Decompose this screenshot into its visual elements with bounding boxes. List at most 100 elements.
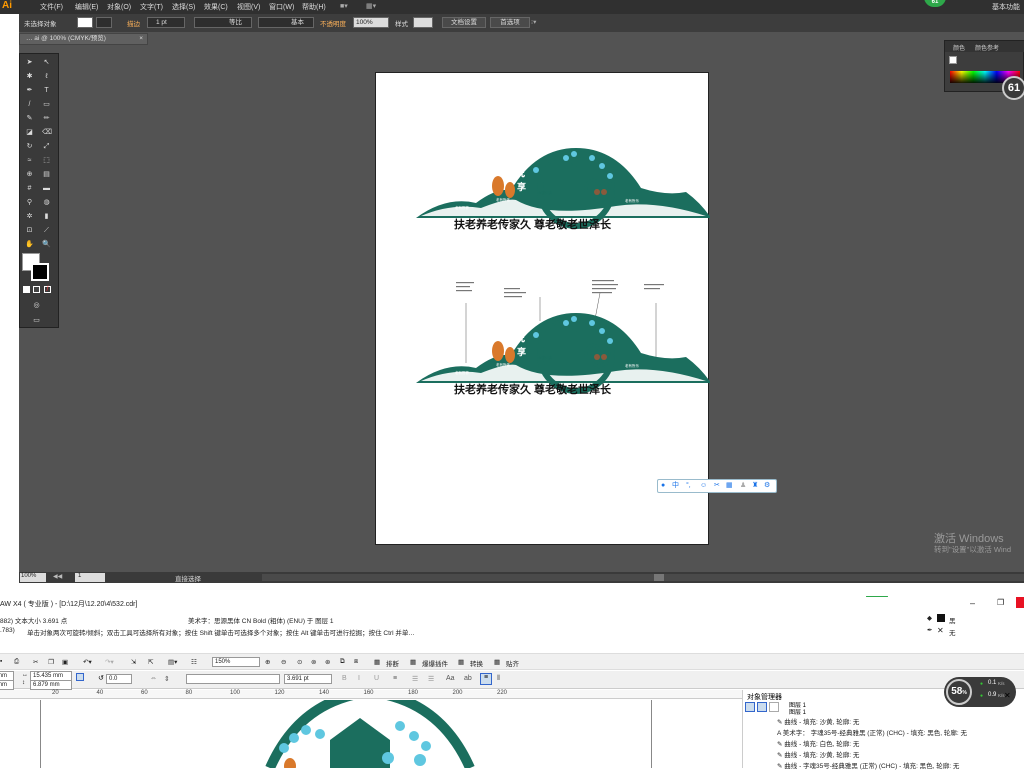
perspective-grid-icon[interactable]: ▤: [42, 170, 51, 179]
stroke-weight-field[interactable]: 1 pt: [147, 17, 185, 28]
document-setup-button[interactable]: 文档设置: [442, 17, 486, 28]
menu-select[interactable]: 选择(S): [172, 2, 195, 12]
object-row[interactable]: ✎ 曲线 - 填充: 白色, 轮廓: 无: [777, 738, 859, 748]
ime-mode-toggle[interactable]: 中: [672, 480, 679, 492]
ime-logo-icon[interactable]: ●: [661, 480, 665, 492]
snap-icon[interactable]: ▦: [494, 658, 500, 666]
workspace-switcher[interactable]: 基本功能: [992, 2, 1020, 12]
line-tool-icon[interactable]: /: [25, 100, 34, 109]
paste-icon[interactable]: ▣: [62, 658, 68, 666]
vertical-text-icon[interactable]: ⦀: [497, 675, 500, 683]
horizontal-scrollbar[interactable]: [262, 574, 1024, 581]
zoom-field[interactable]: 100%: [20, 573, 46, 582]
zoom-out-icon[interactable]: ⊖: [281, 658, 286, 666]
rotate-tool-icon[interactable]: ↻: [25, 142, 34, 151]
plugin-button[interactable]: 爆爆插件: [422, 658, 448, 668]
italic-icon[interactable]: I: [358, 675, 360, 682]
object-row[interactable]: ✎ 曲线 - 填充: 沙黄, 轮廓: 无: [777, 716, 859, 726]
zoom-width-icon[interactable]: ⧉: [340, 658, 345, 666]
tab-color[interactable]: 颜色: [953, 43, 965, 52]
warp-tool-icon[interactable]: ≈: [25, 156, 34, 165]
ime-emoji-icon[interactable]: ☺: [700, 480, 707, 492]
bullet-icon[interactable]: ☰: [412, 675, 418, 683]
blend-tool-icon[interactable]: ◍: [42, 198, 51, 207]
scale-tool-icon[interactable]: ⤢: [42, 142, 51, 151]
zoom-selected-icon[interactable]: ⊙: [297, 658, 302, 666]
panel-fill-swatch[interactable]: [949, 56, 957, 64]
show-properties-icon[interactable]: [745, 702, 755, 712]
stroke-label[interactable]: 描边: [127, 18, 140, 28]
arrange-icon[interactable]: ▦▾: [366, 2, 376, 10]
stroke-swatch[interactable]: [31, 263, 49, 281]
free-transform-icon[interactable]: ⬚: [42, 156, 51, 165]
mesh-tool-icon[interactable]: #: [25, 184, 34, 193]
gradient-swatch-icon[interactable]: [33, 286, 40, 293]
preferences-button[interactable]: 首选项: [490, 17, 530, 28]
menu-file[interactable]: 文件(F): [40, 2, 63, 12]
edit-text-icon[interactable]: ab: [464, 675, 472, 682]
object-row[interactable]: A 美术字： 字魂35号-经典雅黑 (正常) (CHC) - 填充: 黑色, 轮…: [777, 727, 967, 737]
direct-selection-tool-icon[interactable]: ↖: [42, 58, 51, 67]
opacity-label[interactable]: 不透明度: [320, 18, 346, 28]
zoom-in-icon[interactable]: ⊕: [265, 658, 270, 666]
menu-edit[interactable]: 编辑(E): [75, 2, 98, 12]
menu-type[interactable]: 文字(T): [140, 2, 163, 12]
convert-icon[interactable]: ▦: [458, 658, 464, 666]
lasso-icon[interactable]: ℓ: [42, 72, 51, 81]
export-icon[interactable]: ⇱: [148, 658, 153, 666]
print-icon[interactable]: ⎙: [14, 658, 19, 666]
char-format-icon[interactable]: Aa: [446, 675, 455, 682]
zoom-page-icon[interactable]: ⊛: [325, 658, 330, 666]
rotation-field[interactable]: 0.0: [106, 674, 132, 684]
mirror-h-icon[interactable]: ⇔: [150, 675, 157, 682]
stroke-color-picker[interactable]: [96, 17, 112, 28]
fill-color-picker[interactable]: [77, 17, 93, 28]
underline-icon[interactable]: U: [374, 675, 379, 682]
layout-plugin-icon[interactable]: ▦: [374, 658, 380, 666]
type-tool-icon[interactable]: T: [42, 86, 51, 95]
import-icon[interactable]: ⇲: [131, 658, 136, 666]
ime-tools-icon[interactable]: ✂: [714, 480, 720, 492]
object-row[interactable]: ✎ 曲线 - 字魂35号-经典雅黑 (正常) (CHC) - 填充: 黑色, 轮…: [777, 760, 959, 770]
stroke-profile-select[interactable]: 等比: [194, 17, 252, 28]
first-page-icon[interactable]: ◀◀: [53, 573, 62, 580]
ime-settings-icon[interactable]: ⚙: [764, 480, 770, 492]
eraser-icon[interactable]: ⌫: [42, 128, 52, 137]
bridge-icon[interactable]: ■▾: [340, 2, 348, 10]
layer-label-sub[interactable]: 图层 1: [789, 707, 806, 716]
slice-tool-icon[interactable]: ⟋: [42, 226, 51, 235]
panel-collapse-icon[interactable]: ✕: [1004, 691, 1011, 700]
paintbrush-icon[interactable]: ✎: [25, 114, 34, 123]
snap-button[interactable]: 贴齐: [506, 658, 519, 668]
ime-punct-icon[interactable]: °,: [686, 480, 691, 492]
ime-skin-icon[interactable]: ♜: [752, 480, 758, 492]
draw-mode-icon[interactable]: ◎: [32, 301, 41, 310]
menu-effect[interactable]: 效果(C): [204, 2, 228, 12]
object-row[interactable]: ✎ 曲线 - 填充: 沙黄, 轮廓: 无: [777, 749, 859, 759]
scroll-thumb[interactable]: [654, 574, 664, 581]
magic-wand-icon[interactable]: ✱: [25, 72, 34, 81]
artboard[interactable]: 悦 享 老有所养 老有所依 老有所乐 幸福乐满 扶老养老传家久 尊老敬老世泽长: [375, 72, 711, 545]
brush-select[interactable]: 基本: [258, 17, 314, 28]
convert-button[interactable]: 转换: [470, 658, 483, 668]
cut-icon[interactable]: ✂: [33, 658, 38, 666]
symbol-sprayer-icon[interactable]: ✲: [25, 212, 34, 221]
menu-object[interactable]: 对象(O): [107, 2, 131, 12]
lock-ratio-icon[interactable]: [76, 673, 84, 681]
tab-color-guide[interactable]: 颜色参考: [975, 43, 999, 52]
close-tab-icon[interactable]: ×: [139, 34, 143, 44]
cd-drawing-canvas[interactable]: [0, 700, 742, 768]
edit-across-layers-icon[interactable]: [757, 702, 767, 712]
align-icon[interactable]: ≡: [393, 675, 397, 682]
rectangle-tool-icon[interactable]: ▭: [42, 100, 51, 109]
page-field[interactable]: 1: [75, 573, 105, 582]
height-field[interactable]: 6.879 mm: [30, 680, 72, 690]
layout-plugin-button[interactable]: 排断: [386, 658, 399, 668]
arrange-docs-icon[interactable]: ⁝▾: [531, 18, 536, 26]
zoom-all-icon[interactable]: ⊚: [311, 658, 316, 666]
y-field[interactable]: mm: [0, 680, 14, 690]
blob-brush-icon[interactable]: ◪: [25, 128, 34, 137]
pen-tool-icon[interactable]: ✒: [25, 86, 34, 95]
undo-icon[interactable]: ↶▾: [83, 658, 92, 666]
ime-toolbar[interactable]: ● 中 °, ☺ ✂ ▦ ♟ ♜ ⚙: [657, 479, 777, 493]
